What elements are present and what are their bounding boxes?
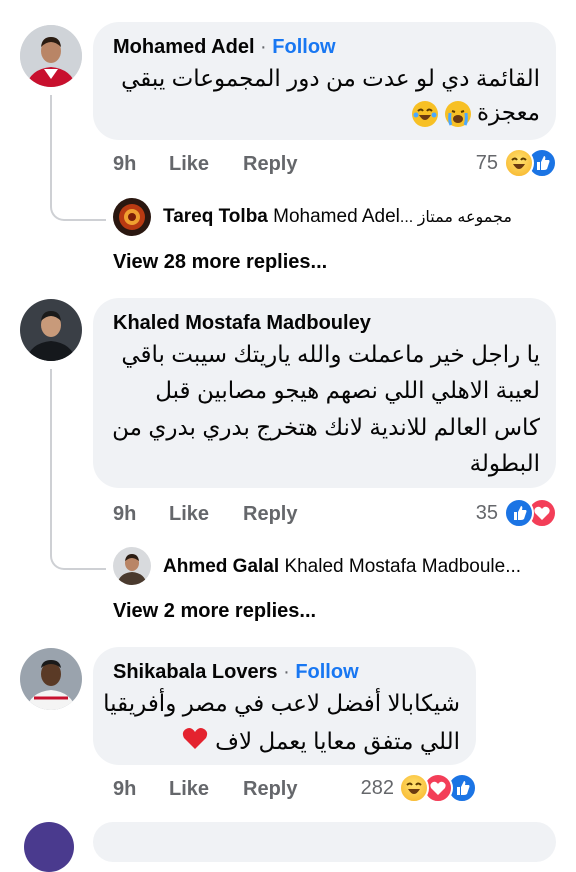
thread-line bbox=[50, 95, 106, 221]
avatar[interactable] bbox=[20, 648, 82, 710]
reply-button[interactable]: Reply bbox=[243, 153, 297, 176]
crying-face-icon bbox=[444, 100, 471, 127]
comment-time[interactable]: 9h bbox=[113, 503, 136, 526]
comment-text-line: لعيبة الاهلي اللي نصهم هيجو مصابين قبل bbox=[155, 377, 540, 403]
separator-dot: · bbox=[277, 661, 296, 683]
like-button[interactable]: Like bbox=[169, 778, 209, 801]
red-heart-icon bbox=[181, 725, 209, 760]
author-name[interactable]: Mohamed Adel bbox=[113, 36, 255, 58]
reply-mention: Mohamed Adel bbox=[273, 206, 400, 227]
view-more-replies[interactable]: View 28 more replies... bbox=[113, 251, 327, 274]
reply-button[interactable]: Reply bbox=[243, 778, 297, 801]
comment-text-line: شيكابالا أفضل لاعب في مصر وأفريقيا bbox=[103, 690, 460, 716]
view-more-replies[interactable]: View 2 more replies... bbox=[113, 600, 316, 623]
comment-text-line-2: اللي متفق معايا يعمل لاف bbox=[181, 724, 460, 760]
reply-author[interactable]: Tareq Tolba bbox=[163, 206, 268, 227]
comment-time[interactable]: 9h bbox=[113, 153, 136, 176]
laughing-face-icon bbox=[412, 100, 439, 127]
haha-reaction-icon bbox=[504, 148, 534, 178]
haha-reaction-icon bbox=[399, 773, 429, 803]
comment-text-line: البطولة bbox=[469, 450, 540, 476]
thread-line bbox=[50, 369, 106, 570]
follow-button[interactable]: Follow bbox=[295, 661, 358, 683]
comment-bubble bbox=[93, 822, 556, 862]
like-button[interactable]: Like bbox=[169, 153, 209, 176]
reaction-count[interactable]: 35 bbox=[440, 502, 498, 525]
comment-text-word: اللي متفق معايا يعمل لاف bbox=[215, 728, 460, 754]
comment-author[interactable]: Mohamed Adel · Follow bbox=[113, 36, 336, 59]
like-reaction-icon bbox=[504, 498, 534, 528]
reply-text: Khaled Mostafa Madboule... bbox=[284, 556, 522, 577]
comment-text-word: معجزة bbox=[476, 99, 540, 125]
comment-text-line-2: معجزة bbox=[412, 95, 540, 129]
author-name[interactable]: Shikabala Lovers bbox=[113, 661, 278, 683]
reply-preview[interactable]: Tareq Tolba Mohamed Adel... مجموعه ممتاز bbox=[163, 206, 512, 228]
reply-text: ... مجموعه ممتاز bbox=[399, 209, 512, 226]
comment-text-line: كاس العالم للاندية لانك هتخرج بدري بدري … bbox=[112, 414, 540, 440]
reply-avatar[interactable] bbox=[113, 547, 151, 585]
reply-button[interactable]: Reply bbox=[243, 503, 297, 526]
reaction-count[interactable]: 75 bbox=[440, 152, 498, 175]
comment-text-line: يا راجل خير ماعملت والله ياريتك سيبت باق… bbox=[121, 341, 540, 367]
comment-text-line: القائمة دي لو عدت من دور المجموعات يبقي bbox=[121, 65, 540, 91]
logo-avatar-icon bbox=[113, 198, 151, 236]
avatar[interactable] bbox=[20, 299, 82, 361]
avatar[interactable] bbox=[20, 25, 82, 87]
follow-button[interactable]: Follow bbox=[272, 36, 335, 58]
reaction-count[interactable]: 282 bbox=[330, 777, 394, 800]
like-button[interactable]: Like bbox=[169, 503, 209, 526]
reply-author[interactable]: Ahmed Galal bbox=[163, 556, 279, 577]
person-photo-icon bbox=[20, 299, 82, 361]
person-photo-icon bbox=[20, 648, 82, 710]
avatar[interactable] bbox=[24, 822, 74, 872]
separator-dot: · bbox=[254, 36, 273, 58]
comment-time[interactable]: 9h bbox=[113, 778, 136, 801]
comment-author[interactable]: Khaled Mostafa Madbouley bbox=[113, 312, 371, 335]
reply-preview[interactable]: Ahmed Galal Khaled Mostafa Madboule... bbox=[163, 556, 521, 578]
person-photo-icon bbox=[113, 547, 151, 585]
comment-author[interactable]: Shikabala Lovers · Follow bbox=[113, 661, 359, 684]
person-photo-icon bbox=[20, 25, 82, 87]
reply-avatar[interactable] bbox=[113, 198, 151, 236]
